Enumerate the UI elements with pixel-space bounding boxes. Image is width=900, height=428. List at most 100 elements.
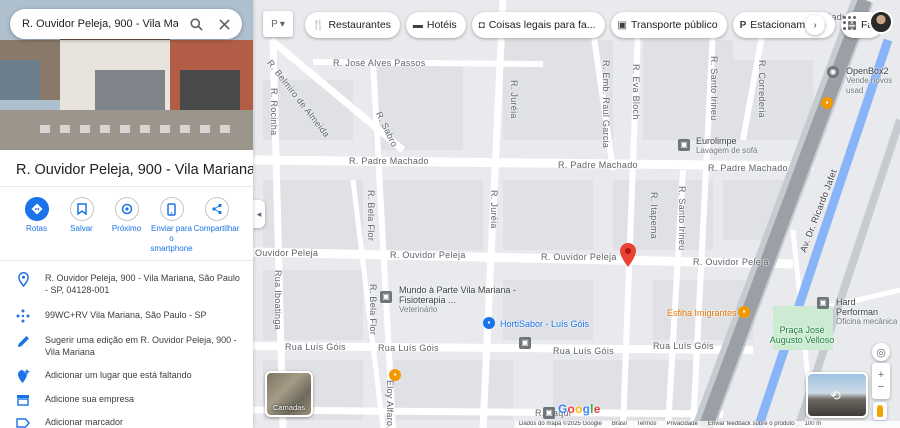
action-label: Rotas: [26, 224, 47, 233]
poi-category: Oficina mecânica: [836, 317, 898, 326]
category-chips: 🍴 Restaurantes ▬ Hotéis ◘ Coisas legais par…: [305, 12, 883, 38]
street-label: R. Bela Flor: [368, 284, 378, 336]
poi-hard-performance[interactable]: Hard Performan Oficina mecânica: [836, 297, 900, 327]
account-avatar[interactable]: [869, 10, 893, 34]
footer-feedback[interactable]: Enviar feedback sobre o produto: [708, 421, 795, 428]
info-list: R. Ouvidor Peleja, 900 - Vila Mariana, S…: [0, 270, 253, 428]
suggest-edit-row[interactable]: Sugerir uma edição em R. Ouvidor Peleja,…: [0, 332, 253, 367]
divider: [0, 260, 253, 261]
poi-eurolimpe[interactable]: Eurolimpe Lavagem de sofá: [696, 136, 757, 156]
map-footer: Dados do mapa ©2025 Google Brasil Termos…: [515, 421, 900, 428]
search-input[interactable]: [22, 18, 178, 30]
poi-name: OpenBox2: [846, 66, 889, 76]
poi-openbox[interactable]: OpenBox2 Vende novos usad: [846, 66, 900, 96]
map-canvas[interactable]: R. Padre Machado R. Padre Machado R. Pad…: [253, 0, 900, 428]
chip-transit[interactable]: ▣ Transporte público: [610, 12, 727, 38]
nearby-button[interactable]: Próximo: [104, 197, 149, 254]
street-label: Ouvidor Peleja: [255, 248, 319, 258]
action-label: Enviar para o smartphone: [150, 224, 193, 253]
chip-things-to-do[interactable]: ◘ Coisas legais para fa...: [471, 12, 605, 38]
chip-label: Hotéis: [426, 19, 457, 31]
chevron-right-icon[interactable]: ›: [805, 15, 825, 35]
footer-region[interactable]: Brasil: [612, 421, 627, 428]
train-icon: ▣: [617, 19, 627, 31]
restaurant-icon[interactable]: ▪: [821, 97, 833, 109]
my-location-button[interactable]: ◎: [872, 343, 890, 361]
street-label: R. Ouvidor Peleja: [693, 257, 769, 267]
add-missing-place-text: Adicionar um lugar que está faltando: [45, 370, 192, 380]
footer-scale[interactable]: 100 m: [805, 421, 822, 428]
chip-hotels[interactable]: ▬ Hotéis: [405, 12, 466, 38]
poi-name: Hard Performan: [836, 297, 879, 317]
footer-privacy[interactable]: Privacidade: [667, 421, 698, 428]
street-label: R. Padre Machado: [708, 163, 788, 173]
location-pin-icon[interactable]: [620, 243, 636, 267]
share-button[interactable]: Compartilhar: [194, 197, 239, 254]
poi-hortisabor[interactable]: HortiSabor - Luís Góis: [500, 319, 589, 329]
poi-name: Eurolimpe: [696, 136, 737, 146]
directions-button[interactable]: Rotas: [14, 197, 59, 254]
chip-restaurants[interactable]: 🍴 Restaurantes: [305, 12, 400, 38]
grocery-icon[interactable]: ▪: [483, 317, 495, 329]
add-business-row[interactable]: Adicione sua empresa: [0, 391, 253, 414]
restaurant-icon[interactable]: ▪: [389, 369, 401, 381]
mechanic-icon[interactable]: ▣: [817, 297, 829, 309]
chip-label: Transporte público: [630, 19, 718, 31]
parking-icon: P: [271, 18, 278, 30]
action-buttons: Rotas Salvar Próximo Enviar para o smart…: [14, 197, 250, 254]
add-missing-place-row[interactable]: Adicionar um lugar que está faltando: [0, 367, 253, 391]
street-label: R. Rocinha: [269, 88, 279, 136]
pegman-icon[interactable]: [873, 402, 887, 420]
zoom-out-button[interactable]: −: [878, 381, 884, 393]
action-label: Compartilhar: [193, 224, 240, 233]
chevron-left-icon: ◂: [256, 208, 262, 219]
street-label: Rua Luís Góis: [285, 342, 346, 352]
fork-knife-icon: 🍴: [312, 19, 325, 31]
chip-label: Restaurantes: [328, 19, 391, 31]
poi-mundo-pet[interactable]: Mundo à Parte Vila Mariana - Fisioterapi…: [399, 285, 529, 315]
poi-esfiha[interactable]: Esfiha Imigrantes: [667, 308, 737, 318]
street-label: R. Emb. Raul Garcia: [601, 60, 611, 149]
bus-stop-icon[interactable]: ▣: [519, 337, 531, 349]
layers-button[interactable]: Camadas: [265, 371, 313, 417]
poi-category: Veterinário: [399, 305, 438, 314]
street-label: R. Itapema: [649, 192, 659, 240]
action-label: Próximo: [111, 224, 142, 233]
plus-code-icon: [14, 307, 32, 325]
street-label: Rua Luís Góis: [553, 346, 614, 356]
chip-label: Coisas legais para fa...: [488, 19, 596, 31]
send-to-phone-button[interactable]: Enviar para o smartphone: [149, 197, 194, 254]
street-label: Rua Luís Góis: [653, 341, 714, 351]
address-row[interactable]: R. Ouvidor Peleja, 900 - Vila Mariana, S…: [0, 270, 253, 307]
add-label-text: Adicionar marcador: [45, 417, 124, 427]
search-button[interactable]: [186, 14, 206, 34]
bus-stop-icon[interactable]: ▣: [543, 407, 555, 419]
plus-code-row[interactable]: 99WC+RV Vila Mariana, São Paulo - SP: [0, 307, 253, 332]
street-label: R. Bela Flor: [366, 190, 376, 242]
map-type-toggle[interactable]: P ▾: [263, 11, 293, 37]
collapse-panel-button[interactable]: ◂: [253, 200, 265, 228]
shop-icon[interactable]: ◉: [827, 66, 839, 78]
vet-icon[interactable]: ▣: [380, 291, 392, 303]
add-label-row[interactable]: Adicionar marcador: [0, 414, 253, 428]
service-icon[interactable]: ▣: [678, 139, 690, 151]
apps-grid-icon[interactable]: [843, 16, 857, 30]
poi-praca[interactable]: Praça José Augusto Velloso: [767, 325, 837, 345]
layers-label: Camadas: [272, 403, 306, 412]
save-button[interactable]: Salvar: [59, 197, 104, 254]
street-label: R. Padre Machado: [558, 160, 638, 170]
pencil-icon: [14, 332, 32, 350]
zoom-in-button[interactable]: +: [878, 369, 884, 381]
street-view-preview[interactable]: ⟲: [806, 372, 868, 418]
chevron-down-icon: ▾: [279, 18, 285, 30]
place-panel: R. Ouvidor Peleja, 900 - Vila Mariana Ro…: [0, 0, 253, 428]
footer-terms[interactable]: Termos: [637, 421, 657, 428]
divider: [0, 186, 253, 187]
street-label: R. Eva Bloch: [631, 64, 641, 120]
poi-category: Lavagem de sofá: [696, 146, 758, 155]
suggest-edit-text: Sugerir uma edição em R. Ouvidor Peleja,…: [45, 335, 237, 357]
nearby-icon: [114, 197, 139, 221]
camera-icon: ◘: [478, 19, 485, 31]
restaurant-icon[interactable]: ▪: [738, 306, 750, 318]
close-button[interactable]: [214, 14, 234, 34]
